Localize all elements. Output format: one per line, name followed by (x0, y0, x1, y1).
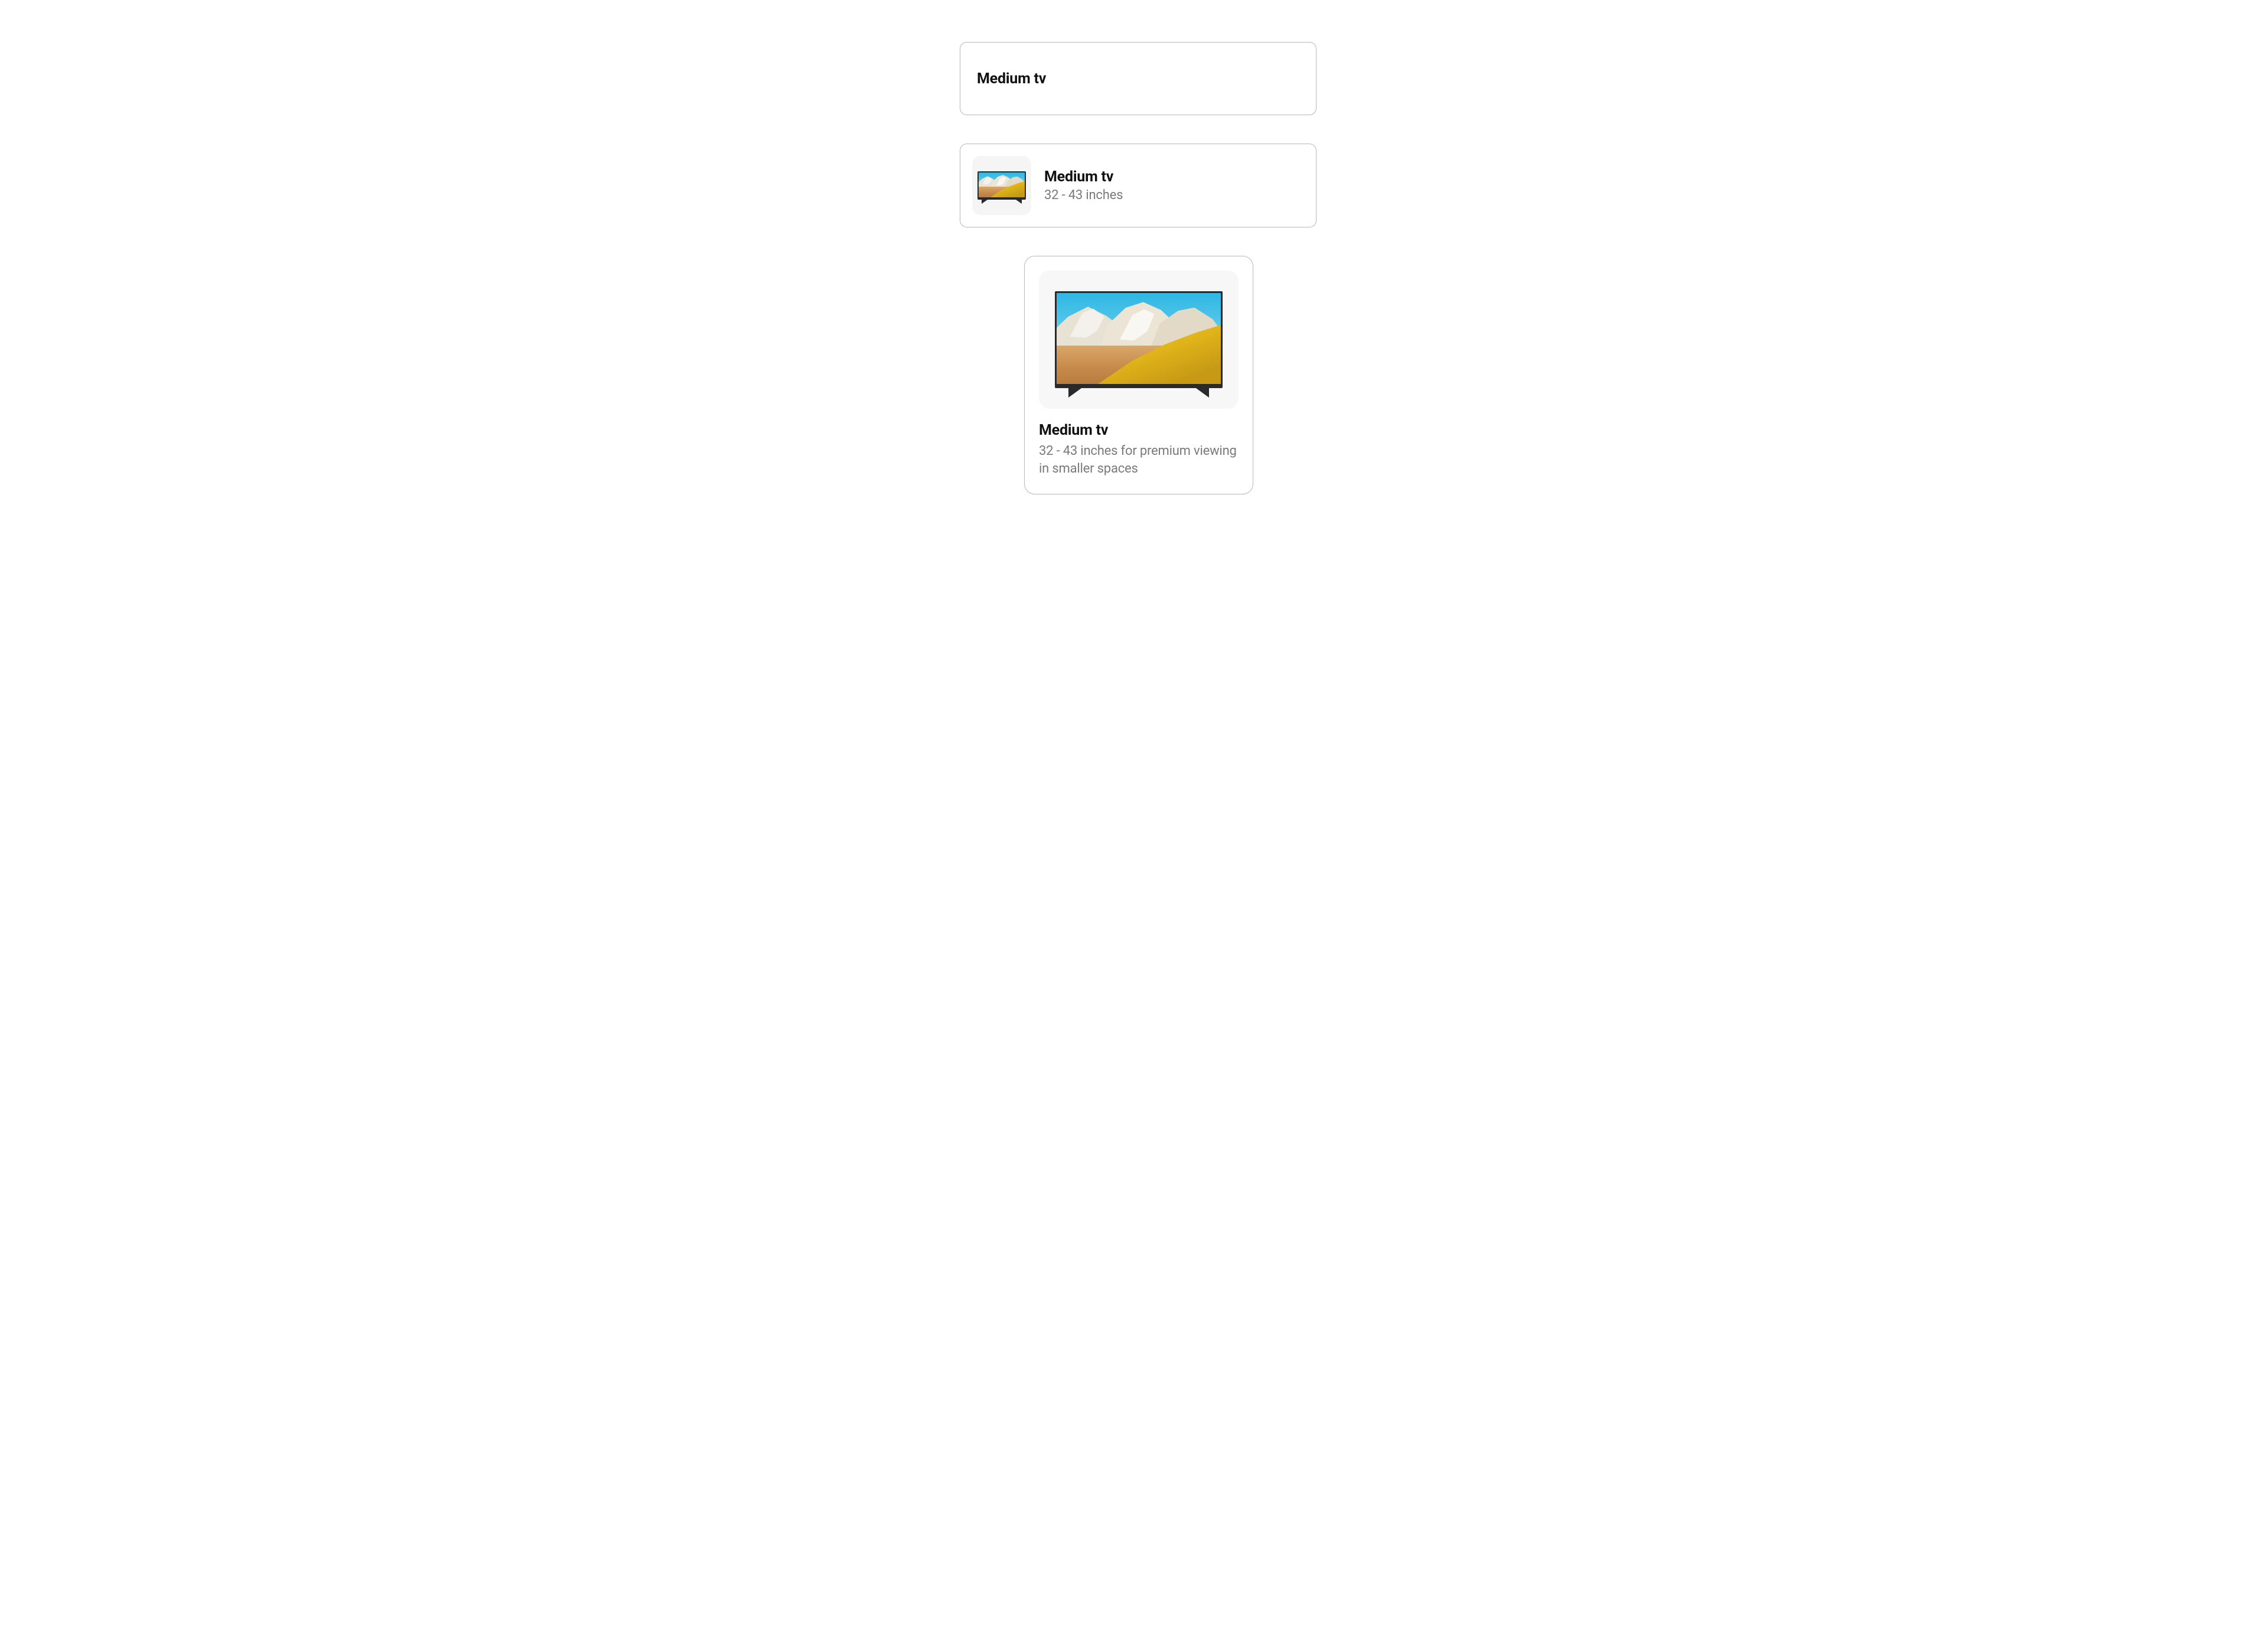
tv-icon (1055, 291, 1223, 388)
option-image (1039, 271, 1239, 409)
option-title: Medium tv (1039, 422, 1239, 439)
option-title: Medium tv (1044, 168, 1123, 185)
option-card-with-thumb[interactable]: Medium tv 32 - 43 inches (960, 144, 1317, 227)
option-description: 32 - 43 inches for premium viewing in sm… (1039, 442, 1239, 477)
tv-icon (977, 171, 1026, 200)
option-thumbnail (972, 156, 1031, 215)
option-card-simple[interactable]: Medium tv (960, 42, 1317, 115)
option-title: Medium tv (977, 70, 1046, 87)
option-card-detailed[interactable]: Medium tv 32 - 43 inches for premium vie… (1024, 256, 1253, 494)
option-subtitle: 32 - 43 inches (1044, 188, 1123, 203)
